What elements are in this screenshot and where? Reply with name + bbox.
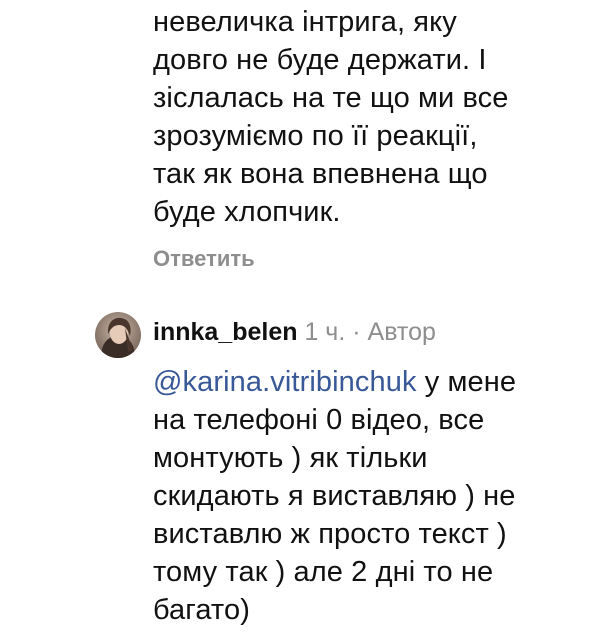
comment-line: на телефоні 0 відео, все: [153, 404, 485, 436]
comment-line: так як вона впевнена що: [153, 158, 488, 190]
author-badge: Автор: [367, 318, 436, 346]
comment-line: буде хлопчик.: [153, 196, 341, 228]
meta-separator: ·: [352, 318, 361, 346]
reply-comment-body: @karina.vitribinchuk у мене на телефоні …: [153, 363, 516, 629]
comment-line: @karina.vitribinchuk у мене: [153, 363, 516, 401]
comment-line: скидають я виставляю ) не: [153, 480, 516, 512]
comment-line: тому так ) але 2 дні то не: [153, 556, 494, 588]
comment-line: невеличка інтрига, яку: [153, 6, 457, 38]
comment-body: невеличка інтрига, яку довго не буде дер…: [153, 3, 508, 231]
comment-line: виставлю ж просто текст ): [153, 518, 507, 550]
comment-line: зіслалась на те що ми все: [153, 82, 509, 114]
comment-line: багато): [153, 594, 250, 626]
avatar[interactable]: [95, 312, 141, 358]
mention-link[interactable]: @karina.vitribinchuk: [153, 366, 417, 398]
username-link[interactable]: innka_belen: [153, 318, 298, 346]
user-avatar-icon: [95, 312, 141, 358]
comment-line: монтують ) як тільки: [153, 442, 428, 474]
comment-line: зрозуміємо по її реакції,: [153, 120, 478, 152]
comment-line: довго не буде держати. І: [153, 44, 487, 76]
comment-line-text: у мене: [416, 366, 517, 398]
comment-time: 1 ч.: [304, 318, 346, 346]
reply-button[interactable]: Ответить: [153, 246, 255, 272]
comment-header: innka_belen 1 ч. · Автор: [153, 316, 436, 348]
